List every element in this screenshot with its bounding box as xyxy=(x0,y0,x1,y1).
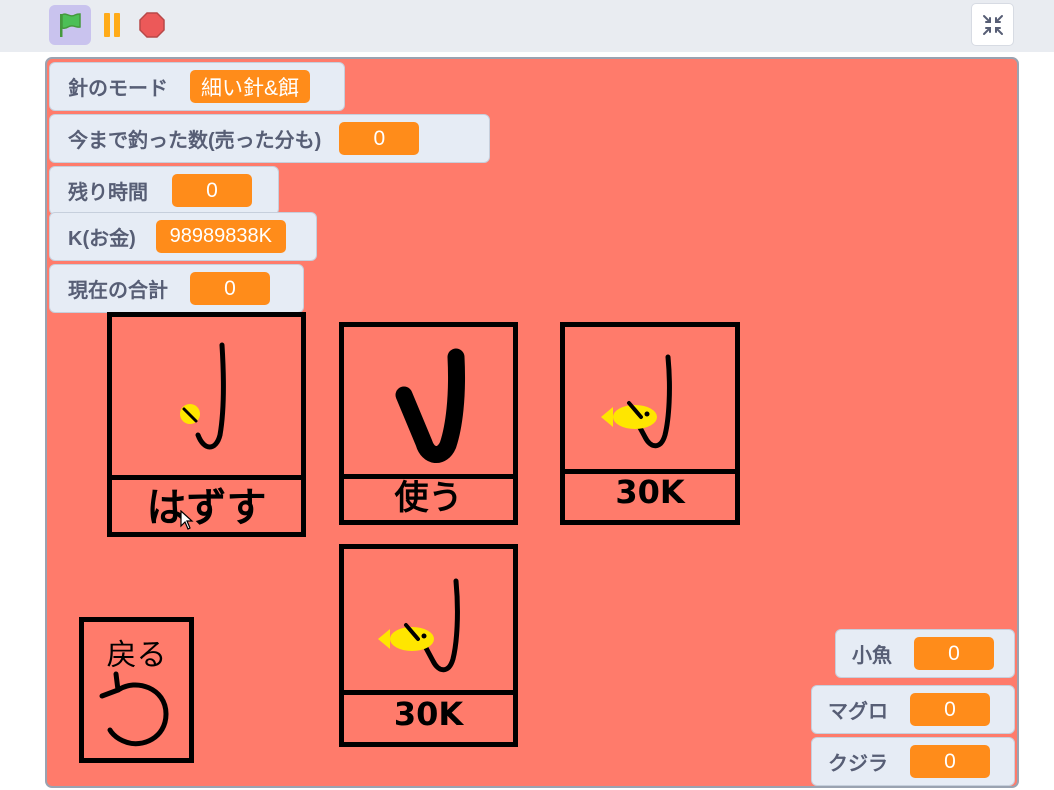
card-label: はずす xyxy=(146,484,267,531)
card-art xyxy=(112,317,301,480)
monitor-label: マグロ xyxy=(828,701,888,723)
time-left-monitor: 残り時間 0 xyxy=(49,166,279,215)
stop-button[interactable] xyxy=(136,5,168,45)
monitor-value: 細い針&餌 xyxy=(190,70,310,103)
monitor-label: 現在の合計 xyxy=(68,280,168,302)
monitor-value: 98989838K xyxy=(155,220,286,253)
hook-with-fish-icon xyxy=(378,578,460,673)
current-total-monitor: 現在の合計 0 xyxy=(49,264,304,313)
use-hook-card[interactable]: 使う xyxy=(339,322,518,525)
return-arrow-icon xyxy=(99,671,169,747)
card-art xyxy=(344,327,513,479)
game-stage[interactable]: 針のモード 細い針&餌 今まで釣った数(売った分も) 0 残り時間 0 K(お金… xyxy=(45,57,1019,788)
card-label: 30K xyxy=(393,694,464,733)
green-flag-button[interactable] xyxy=(49,5,91,45)
mouse-cursor-icon xyxy=(180,510,194,530)
stop-icon xyxy=(139,12,165,38)
monitor-label: 残り時間 xyxy=(68,182,148,204)
monitor-value: 0 xyxy=(190,272,270,305)
monitor-value: 0 xyxy=(910,745,990,778)
buy-hook-card-2[interactable]: 30K xyxy=(339,544,518,747)
tuna-monitor: マグロ 0 xyxy=(811,685,1015,734)
caught-total-monitor: 今まで釣った数(売った分も) 0 xyxy=(49,114,490,163)
monitor-value: 0 xyxy=(910,693,990,726)
exit-fullscreen-button[interactable] xyxy=(971,3,1014,46)
whale-monitor: クジラ 0 xyxy=(811,737,1015,786)
monitor-label: K(お金) xyxy=(68,228,136,250)
thin-hook-with-bait-icon xyxy=(180,342,226,450)
monitor-value: 0 xyxy=(339,122,420,155)
card-art xyxy=(344,549,513,695)
card-label: 使う xyxy=(394,478,463,518)
hook-mode-monitor: 針のモード 細い針&餌 xyxy=(49,62,345,111)
monitor-value: 0 xyxy=(914,637,994,670)
thick-hook-icon xyxy=(395,348,466,463)
back-button[interactable]: 戻る xyxy=(79,617,194,763)
green-flag-icon xyxy=(60,13,81,37)
monitor-label: 小魚 xyxy=(852,645,892,667)
small-fish-monitor: 小魚 0 xyxy=(835,629,1015,678)
card-art xyxy=(565,327,735,474)
pause-icon xyxy=(104,13,110,37)
monitor-label: クジラ xyxy=(828,753,888,775)
monitor-value: 0 xyxy=(172,174,252,207)
hook-with-fish-icon xyxy=(601,354,672,449)
monitor-label: 今まで釣った数(売った分も) xyxy=(68,130,322,152)
money-monitor: K(お金) 98989838K xyxy=(49,212,317,261)
pause-button[interactable] xyxy=(96,5,128,45)
exit-fullscreen-icon xyxy=(982,14,1003,35)
stage-toolbar xyxy=(0,0,1054,52)
buy-hook-card-1[interactable]: 30K xyxy=(560,322,740,525)
remove-hook-card[interactable]: はずす xyxy=(107,312,306,537)
monitor-label: 針のモード xyxy=(68,78,168,100)
card-label: 30K xyxy=(615,473,685,511)
